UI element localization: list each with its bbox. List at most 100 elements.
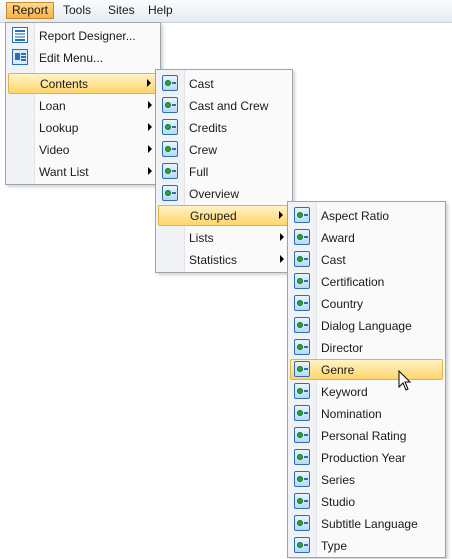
report-icon [294, 471, 310, 487]
menu-item-country[interactable]: Country [290, 293, 443, 314]
report-icon [294, 251, 310, 267]
report-icon [294, 317, 310, 333]
menu-item-certification[interactable]: Certification [290, 271, 443, 292]
menu-item-nomination[interactable]: Nomination [290, 403, 443, 424]
menu-item-aspect-ratio[interactable]: Aspect Ratio [290, 205, 443, 226]
menu-item-label: Personal Rating [321, 429, 407, 443]
menu-item-type[interactable]: Type [290, 535, 443, 556]
menu-item-label: Keyword [321, 385, 368, 399]
menu-item-overview[interactable]: Overview [158, 183, 290, 204]
menubar-tools[interactable]: Tools [58, 2, 96, 19]
menu-item-label: Lists [189, 231, 214, 245]
menu-item-video[interactable]: Video [8, 139, 158, 160]
report-designer-icon [12, 27, 28, 43]
menu-item-label: Subtitle Language [321, 517, 418, 531]
menu-item-production-year[interactable]: Production Year [290, 447, 443, 468]
report-icon [294, 361, 310, 377]
grouped-submenu: Aspect Ratio Award Cast Certification Co… [287, 201, 446, 558]
menu-item-label: Dialog Language [321, 319, 412, 333]
menu-item-statistics[interactable]: Statistics [158, 249, 290, 270]
report-icon [162, 185, 178, 201]
menu-item-label: Director [321, 341, 364, 355]
submenu-arrow-icon [147, 79, 151, 87]
menu-item-label: Edit Menu... [39, 51, 104, 65]
menu-item-series[interactable]: Series [290, 469, 443, 490]
menu-item-label: Type [321, 539, 348, 553]
report-icon [162, 75, 178, 91]
menu-item-label: Credits [189, 121, 228, 135]
submenu-arrow-icon [148, 101, 152, 109]
menu-item-want-list[interactable]: Want List [8, 161, 158, 182]
menu-item-lookup[interactable]: Lookup [8, 117, 158, 138]
menu-item-credits[interactable]: Credits [158, 117, 290, 138]
menu-item-label: Full [189, 165, 209, 179]
report-icon [162, 119, 178, 135]
menu-item-loan[interactable]: Loan [8, 95, 158, 116]
menu-item-label: Overview [189, 187, 240, 201]
report-icon [294, 427, 310, 443]
menu-item-label: Genre [321, 363, 355, 377]
menu-item-label: Aspect Ratio [321, 209, 390, 223]
menu-item-label: Series [321, 473, 356, 487]
submenu-arrow-icon [279, 211, 283, 219]
menu-item-dialog-language[interactable]: Dialog Language [290, 315, 443, 336]
menu-item-cast[interactable]: Cast [158, 73, 290, 94]
submenu-arrow-icon [148, 145, 152, 153]
menu-item-full[interactable]: Full [158, 161, 290, 182]
menu-item-contents[interactable]: Contents [8, 73, 158, 94]
menu-item-director[interactable]: Director [290, 337, 443, 358]
report-icon [294, 383, 310, 399]
menu-item-genre[interactable]: Genre [290, 359, 443, 380]
report-icon [294, 493, 310, 509]
submenu-arrow-icon [148, 167, 152, 175]
report-icon [294, 273, 310, 289]
report-menu: Report Designer... Edit Menu... Contents… [5, 22, 161, 185]
edit-menu-icon [12, 49, 28, 65]
menu-item-label: Award [321, 231, 355, 245]
menu-item-crew[interactable]: Crew [158, 139, 290, 160]
menu-item-lists[interactable]: Lists [158, 227, 290, 248]
report-icon [294, 515, 310, 531]
menu-item-keyword[interactable]: Keyword [290, 381, 443, 402]
menu-item-cast[interactable]: Cast [290, 249, 443, 270]
menu-item-grouped[interactable]: Grouped [158, 205, 290, 226]
menu-item-label: Report Designer... [39, 29, 136, 43]
menu-item-report-designer[interactable]: Report Designer... [8, 25, 158, 46]
menu-item-label: Loan [39, 99, 66, 113]
menu-item-label: Cast [189, 77, 214, 91]
report-icon [294, 229, 310, 245]
report-icon [294, 405, 310, 421]
submenu-arrow-icon [280, 233, 284, 241]
menu-item-label: Lookup [39, 121, 79, 135]
menu-item-label: Crew [189, 143, 218, 157]
report-icon [294, 537, 310, 553]
menu-item-label: Cast and Crew [189, 99, 269, 113]
menubar-help[interactable]: Help [143, 2, 178, 19]
menu-item-label: Contents [40, 77, 89, 91]
menu-item-label: Production Year [321, 451, 406, 465]
report-icon [294, 339, 310, 355]
submenu-arrow-icon [280, 255, 284, 263]
report-icon [162, 141, 178, 157]
report-icon [162, 97, 178, 113]
menu-item-subtitle-language[interactable]: Subtitle Language [290, 513, 443, 534]
menu-item-label: Nomination [321, 407, 382, 421]
submenu-arrow-icon [148, 123, 152, 131]
menu-item-label: Country [321, 297, 364, 311]
report-icon [294, 207, 310, 223]
menubar-report[interactable]: Report [6, 2, 55, 19]
report-icon [294, 295, 310, 311]
menu-item-edit-menu[interactable]: Edit Menu... [8, 47, 158, 68]
menu-item-cast-and-crew[interactable]: Cast and Crew [158, 95, 290, 116]
menubar-sites[interactable]: Sites [103, 2, 140, 19]
menu-item-label: Video [39, 143, 70, 157]
mouse-cursor-icon [398, 370, 412, 391]
report-icon [162, 163, 178, 179]
menu-item-studio[interactable]: Studio [290, 491, 443, 512]
menu-item-personal-rating[interactable]: Personal Rating [290, 425, 443, 446]
menu-item-award[interactable]: Award [290, 227, 443, 248]
contents-submenu: Cast Cast and Crew Credits Crew Full Ove… [155, 69, 293, 273]
menu-item-label: Grouped [190, 209, 237, 223]
menu-item-label: Want List [39, 165, 89, 179]
menu-item-label: Statistics [189, 253, 238, 267]
